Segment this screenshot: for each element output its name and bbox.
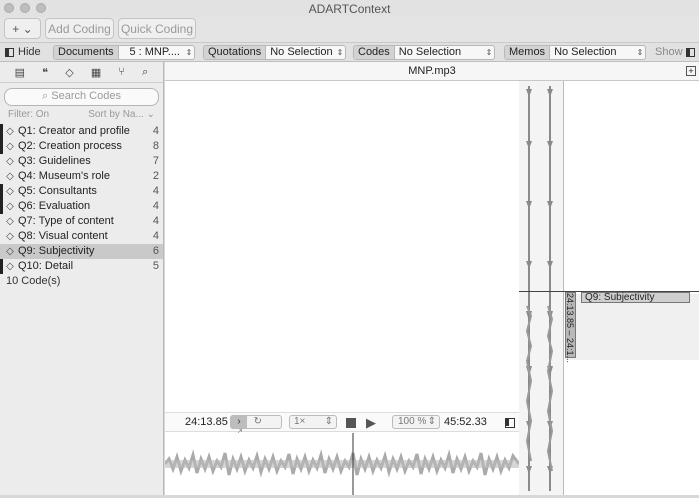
- code-item[interactable]: ◇ Q8: Visual content 4: [0, 229, 163, 244]
- stop-icon[interactable]: [346, 418, 356, 428]
- filter-status[interactable]: Filter: On: [8, 108, 49, 121]
- margin-waveform: [525, 86, 554, 491]
- code-item[interactable]: ◇ Q6: Evaluation 4: [0, 199, 163, 214]
- documents-label: Documents: [54, 46, 119, 59]
- code-count: 10 Code(s): [6, 275, 61, 287]
- sidebar-icon: [5, 47, 14, 57]
- code-item[interactable]: ◇ Q5: Consultants 4: [0, 184, 163, 199]
- document-title: MNP.mp3: [408, 65, 456, 77]
- quotations-selector[interactable]: Quotations No Selection ⇕: [203, 45, 346, 60]
- code-icon: ◇: [6, 126, 14, 137]
- code-tag-q9[interactable]: Q9: Subjectivity: [581, 292, 690, 303]
- play-icon[interactable]: ▶: [366, 415, 376, 431]
- loop-icon[interactable]: ↻: [250, 416, 266, 428]
- code-item[interactable]: ◇ Q10: Detail 5: [0, 259, 163, 274]
- quick-coding-button[interactable]: Quick Coding: [118, 18, 196, 39]
- code-icon: ◇: [6, 171, 14, 182]
- quotation-range-bar[interactable]: 24:13.85 – 24:1...: [565, 292, 576, 363]
- codes-selector[interactable]: Codes No Selection ⇕: [353, 45, 495, 60]
- add-tab-icon[interactable]: +: [686, 66, 696, 76]
- audio-waveform[interactable]: [163, 433, 521, 495]
- toolbar: + ⌄ Add Coding Quick Coding: [0, 17, 699, 42]
- code-icon[interactable]: ◇: [65, 66, 73, 79]
- code-item[interactable]: ◇ Q1: Creator and profile 4: [0, 124, 163, 139]
- panel-toggle-icon[interactable]: [505, 418, 515, 428]
- code-item[interactable]: ◇ Q7: Type of content 4: [0, 214, 163, 229]
- add-menu-button[interactable]: + ⌄: [4, 18, 41, 39]
- code-icon: ◇: [6, 261, 14, 272]
- filter-row: Filter: On Sort by Na... ⌄: [0, 108, 163, 121]
- code-icon: ◇: [6, 216, 14, 227]
- margin-area: [519, 81, 563, 495]
- inspector-icon[interactable]: [686, 48, 695, 57]
- document-icon[interactable]: ▤: [15, 66, 25, 79]
- code-item[interactable]: ◇ Q4: Museum's role 2: [0, 169, 163, 184]
- document-header: MNP.mp3 +: [165, 62, 699, 81]
- quotations-label: Quotations: [204, 46, 267, 59]
- chevron-right-icon[interactable]: ›: [231, 416, 247, 428]
- total-time: 45:52.33: [444, 416, 487, 428]
- code-icon: ◇: [6, 141, 14, 152]
- code-item-selected[interactable]: ◇ Q9: Subjectivity 6: [0, 244, 163, 259]
- playback-options: › ↻ ⤢: [230, 415, 282, 439]
- code-color-bar: [0, 259, 3, 274]
- search-codes-input[interactable]: ⌕ Search Codes: [4, 88, 159, 106]
- network-icon[interactable]: ⑂: [118, 66, 125, 78]
- browser-tabs: ▤ ❝ ◇ ▦ ⑂ ⌕: [0, 62, 163, 83]
- hide-button[interactable]: Hide: [5, 46, 41, 58]
- search-icon: ⌕: [42, 90, 52, 102]
- code-color-bar: [0, 124, 3, 139]
- current-time: 24:13.85: [185, 416, 228, 428]
- sort-menu[interactable]: Sort by Na... ⌄: [88, 108, 155, 121]
- hide-label: Hide: [18, 46, 41, 58]
- code-icon: ◇: [6, 156, 14, 167]
- search-icon[interactable]: ⌕: [142, 66, 148, 79]
- add-coding-button[interactable]: Add Coding: [45, 18, 114, 39]
- code-icon: ◇: [6, 201, 14, 212]
- speed-selector[interactable]: 1× ⇕: [289, 415, 337, 429]
- document-editor: MNP.mp3 + 24:13.85 – 24:1... Q9: Subject…: [163, 62, 699, 495]
- quotation-icon[interactable]: ❝: [42, 66, 48, 79]
- title-bar: ADARTContext: [0, 0, 699, 17]
- code-list: ◇ Q1: Creator and profile 4 ◇ Q2: Creation …: [0, 124, 163, 274]
- chevron-updown-icon: ⇕: [185, 48, 193, 57]
- quotation-margin-area: [565, 294, 699, 360]
- chevron-updown-icon: ⇕: [336, 48, 344, 57]
- player-controls: 24:13.85 › ↻ ⤢ 1×⇕ ▶ 100 %⇕ 45:52.33: [165, 412, 519, 439]
- margin-divider: [563, 81, 564, 495]
- quotations-value: No Selection: [270, 46, 333, 58]
- code-color-bar: [0, 139, 3, 154]
- show-button[interactable]: Show: [655, 46, 683, 58]
- chevron-updown-icon: ⇕: [636, 48, 644, 57]
- memo-icon[interactable]: ▦: [91, 66, 101, 79]
- code-icon: ◇: [6, 186, 14, 197]
- waveform-graphic: [163, 433, 521, 495]
- zoom-selector[interactable]: 100 % ⇕: [392, 415, 440, 429]
- code-icon: ◇: [6, 246, 14, 257]
- chevron-updown-icon: ⇕: [485, 48, 493, 57]
- search-placeholder: Search Codes: [51, 90, 121, 102]
- navigator-bar: Hide Documents 5 : MNP.... ⇕ Quotations …: [0, 42, 699, 62]
- code-item[interactable]: ◇ Q2: Creation process 8: [0, 139, 163, 154]
- memos-label: Memos: [505, 46, 551, 59]
- codes-label: Codes: [354, 46, 395, 59]
- code-color-bar: [0, 199, 3, 214]
- code-item[interactable]: ◇ Q3: Guidelines 7: [0, 154, 163, 169]
- documents-value: 5 : MNP....: [129, 46, 180, 58]
- documents-selector[interactable]: Documents 5 : MNP.... ⇕: [53, 45, 195, 60]
- code-icon: ◇: [6, 231, 14, 242]
- codes-value: No Selection: [398, 46, 462, 58]
- code-browser: ▤ ❝ ◇ ▦ ⑂ ⌕ ⌕ Search Codes Filter: On So…: [0, 62, 164, 495]
- window-title: ADARTContext: [308, 2, 391, 16]
- memos-selector[interactable]: Memos No Selection ⇕: [504, 45, 646, 60]
- code-color-bar: [0, 184, 3, 199]
- memos-value: No Selection: [554, 46, 617, 58]
